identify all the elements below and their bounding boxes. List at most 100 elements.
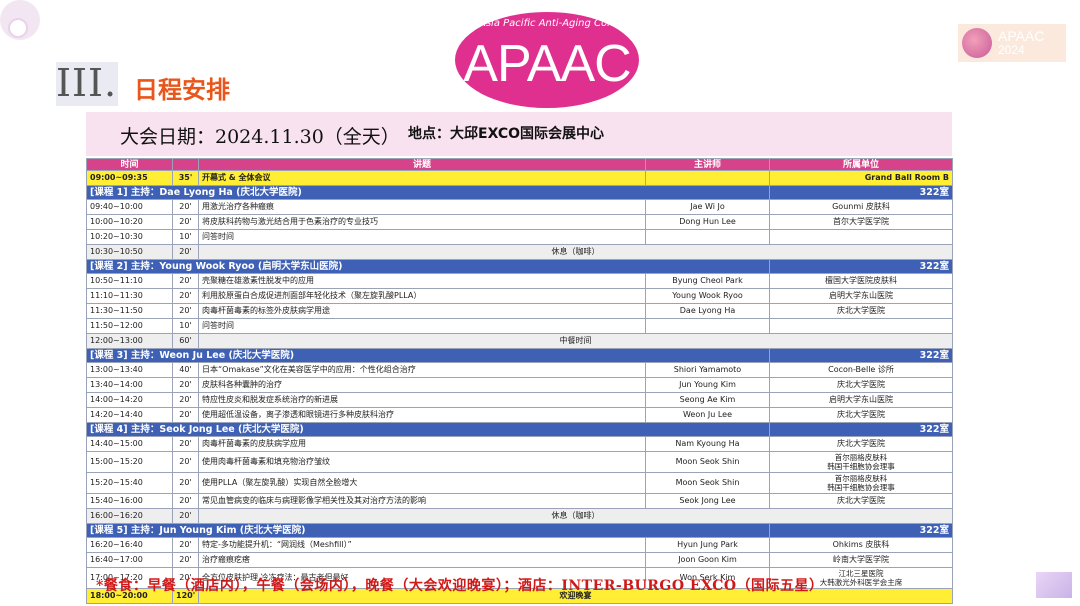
session-header-row: [课程 1] 主持：Dae Lyong Ha (庆北大学医院) 322室 <box>86 185 953 200</box>
time-cell: 09:40~10:00 <box>86 199 173 215</box>
table-row: 10:00~10:20 20' 将皮肤科药物与激光结合用于色素治疗的专业技巧 Dong… <box>86 214 953 230</box>
break-label: 休息（咖啡） <box>198 244 953 260</box>
speaker-cell <box>645 170 770 186</box>
session-header-row: [课程 4] 主持：Seok Jong Lee (庆北大学医院) 322室 <box>86 422 953 437</box>
speaker-cell: Nam Kyoung Ha <box>645 436 770 452</box>
header-speaker: 主讲师 <box>645 158 770 171</box>
affiliation-cell: 庆北大学医院 <box>769 493 953 509</box>
header-affiliation: 所属单位 <box>769 158 953 171</box>
time-cell: 16:00~16:20 <box>86 508 173 524</box>
affiliation-cell: 庆北大学医院 <box>769 407 953 423</box>
duration-cell: 20' <box>172 288 199 304</box>
duration-cell: 20' <box>172 273 199 289</box>
table-row: 15:00~15:20 20' 使用肉毒杆菌毒素和填充物治疗皱纹 Moon Seok … <box>86 451 953 473</box>
session-header-row: [课程 3] 主持：Weon Ju Lee (庆北大学医院) 322室 <box>86 348 953 363</box>
apaac-logo: Asia Pacific Anti-Aging Confer APAAC <box>455 12 639 108</box>
time-cell: 10:30~10:50 <box>86 244 173 260</box>
time-cell: 16:20~16:40 <box>86 537 173 553</box>
table-header-row: 时间 讲题 主讲师 所属单位 <box>86 158 953 171</box>
duration-cell: 20' <box>172 244 199 260</box>
duration-cell: 20' <box>172 214 199 230</box>
table-row: 13:40~14:00 20' 皮肤科各种囊肿的治疗 Jun Young Kim 庆北大… <box>86 377 953 393</box>
time-cell: 13:00~13:40 <box>86 362 173 378</box>
speaker-cell: Moon Seok Shin <box>645 451 770 473</box>
duration-cell: 20' <box>172 472 199 494</box>
affiliation-cell: 启明大学东山医院 <box>769 288 953 304</box>
time-cell: 16:40~17:00 <box>86 552 173 568</box>
duration-cell: 20' <box>172 303 199 319</box>
topic-cell: 日本“Omakase”文化在美容医学中的应用：个性化组合治疗 <box>198 362 646 378</box>
topic-cell: 开幕式 & 全体会议 <box>198 170 646 186</box>
affiliation-cell: 首尔丽格皮肤科 韩国干细胞协会理事 <box>769 472 953 494</box>
affiliation-cell: 庆北大学医院 <box>769 303 953 319</box>
section-number: III. <box>56 58 117 108</box>
affiliation-cell: 庆北大学医院 <box>769 436 953 452</box>
session-room: 322室 <box>769 348 953 363</box>
schedule-panel: 大会日期：2024.11.30（全天） 地点：大邱EXCO国际会展中心 时间 讲… <box>86 112 953 604</box>
duration-cell: 20' <box>172 552 199 568</box>
table-row: 14:20~14:40 20' 使用超低温设备，离子渗透和眼镜进行多种皮肤科治疗 We… <box>86 407 953 423</box>
roman-numeral: III. <box>56 61 118 105</box>
time-cell: 12:00~13:00 <box>86 333 173 349</box>
duration-cell: 20' <box>172 377 199 393</box>
session-header-row: [课程 2] 主持：Young Wook Ryoo (启明大学东山医院) 322室 <box>86 259 953 274</box>
topic-cell: 壳聚糖在雄激素性脱发中的应用 <box>198 273 646 289</box>
corner-logo-text: APAAC 2024 <box>998 27 1045 57</box>
topic-cell: 使用PLLA（聚左旋乳酸）实现自然全脸增大 <box>198 472 646 494</box>
affiliation-cell: Gounmi 皮肤科 <box>769 199 953 215</box>
affiliation-line: 首尔丽格皮肤科 <box>834 453 888 462</box>
decorative-square <box>1036 572 1072 598</box>
table-row: 11:30~11:50 20' 肉毒杆菌毒素的标签外皮肤病学用途 Dae Lyong … <box>86 303 953 319</box>
topic-cell: 问答时间 <box>198 229 646 245</box>
table-row: 16:20~16:40 20' 特定-多功能提升机：“网润线（Meshfill）” H… <box>86 537 953 553</box>
topic-cell: 使用超低温设备，离子渗透和眼镜进行多种皮肤科治疗 <box>198 407 646 423</box>
duration-cell: 20' <box>172 537 199 553</box>
table-row: 14:40~15:00 20' 肉毒杆菌毒素的皮肤病学应用 Nam Kyoung Ha… <box>86 436 953 452</box>
corner-logo: APAAC 2024 <box>958 24 1066 62</box>
speaker-cell: Dae Lyong Ha <box>645 303 770 319</box>
time-cell: 11:50~12:00 <box>86 318 173 334</box>
time-cell: 11:10~11:30 <box>86 288 173 304</box>
header-duration <box>172 158 199 171</box>
duration-cell: 40' <box>172 362 199 378</box>
time-cell: 15:00~15:20 <box>86 451 173 473</box>
break-label: 休息（咖啡） <box>198 508 953 524</box>
session-title: [课程 3] 主持：Weon Ju Lee (庆北大学医院) <box>86 348 770 363</box>
affiliation-cell: 檀国大学医院皮肤科 <box>769 273 953 289</box>
speaker-cell: Seong Ae Kim <box>645 392 770 408</box>
decorative-circle <box>8 18 28 38</box>
break-row: 10:30~10:50 20' 休息（咖啡） <box>86 244 953 260</box>
time-cell: 09:00~09:35 <box>86 170 173 186</box>
topic-cell: 肉毒杆菌毒素的皮肤病学应用 <box>198 436 646 452</box>
table-row: 15:20~15:40 20' 使用PLLA（聚左旋乳酸）实现自然全脸增大 Moon … <box>86 472 953 494</box>
duration-cell: 20' <box>172 407 199 423</box>
speaker-cell: Hyun Jung Park <box>645 537 770 553</box>
speaker-cell: Dong Hun Lee <box>645 214 770 230</box>
affiliation-cell: 首尔大学医学院 <box>769 214 953 230</box>
topic-cell: 肉毒杆菌毒素的标签外皮肤病学用途 <box>198 303 646 319</box>
topic-cell: 使用肉毒杆菌毒素和填充物治疗皱纹 <box>198 451 646 473</box>
speaker-cell: Shiori Yamamoto <box>645 362 770 378</box>
duration-cell: 20' <box>172 508 199 524</box>
time-cell: 10:20~10:30 <box>86 229 173 245</box>
event-info-bar: 大会日期：2024.11.30（全天） 地点：大邱EXCO国际会展中心 <box>86 112 952 156</box>
duration-cell: 20' <box>172 436 199 452</box>
header-topic: 讲题 <box>198 158 646 171</box>
speaker-cell: Moon Seok Shin <box>645 472 770 494</box>
topic-cell: 皮肤科各种囊肿的治疗 <box>198 377 646 393</box>
affiliation-cell: 启明大学东山医院 <box>769 392 953 408</box>
logo-mark-icon <box>962 28 992 58</box>
table-row: 15:40~16:00 20' 常见血管病变的临床与病理影像学相关性及其对治疗方法的… <box>86 493 953 509</box>
meal-hotel-note: *餐食：早餐（酒店内），午餐（会场内），晚餐（大会欢迎晚宴）；酒店：INTER-… <box>96 578 824 594</box>
speaker-cell: Seok Jong Lee <box>645 493 770 509</box>
topic-cell: 用激光治疗各种瘢痕 <box>198 199 646 215</box>
section-title: 日程安排 <box>134 76 230 104</box>
speaker-cell <box>645 229 770 245</box>
speaker-cell: Weon Ju Lee <box>645 407 770 423</box>
table-row: 16:40~17:00 20' 治疗瘢痕疙瘩 Joon Goon Kim 岭南大学医学院 <box>86 552 953 568</box>
speaker-cell: Young Wook Ryoo <box>645 288 770 304</box>
duration-cell: 10' <box>172 229 199 245</box>
speaker-cell <box>645 318 770 334</box>
affiliation-cell <box>769 229 953 245</box>
session-room: 322室 <box>769 523 953 538</box>
